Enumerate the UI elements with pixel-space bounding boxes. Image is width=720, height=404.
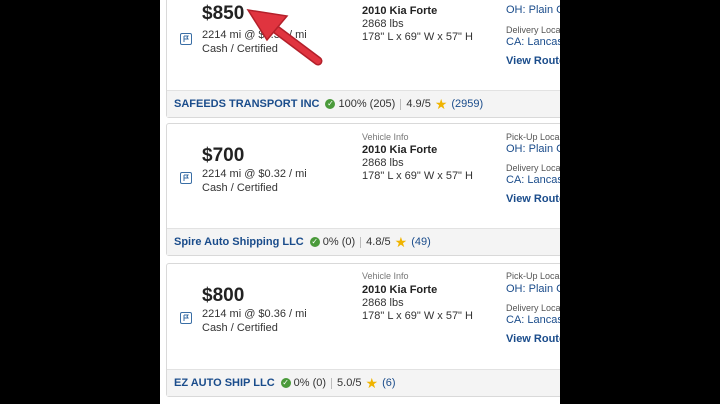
pickup-location[interactable]: OH: Plain C xyxy=(506,4,560,16)
pickup-label: Pick-Up Loca xyxy=(506,132,560,142)
carrier-footer: SAFEEDS TRANSPORT INC ✓ 100% (205) 4.9/5… xyxy=(167,90,560,117)
payment-method: Cash / Certified xyxy=(202,182,278,194)
listing-rate: 2214 mi @ $0.36 / mi xyxy=(202,308,307,320)
delivery-location[interactable]: CA: Lancas xyxy=(506,314,560,326)
listing-card: $700 2214 mi @ $0.32 / mi Cash / Certifi… xyxy=(166,123,560,256)
vehicle-name: 2010 Kia Forte xyxy=(362,5,438,17)
listing-price: $700 xyxy=(202,145,245,166)
listing-card: $850 2214 mi @ $0.38 / mi Cash / Certifi… xyxy=(166,0,560,118)
carrier-footer: Spire Auto Shipping LLC ✓ 0% (0) 4.8/5 ★… xyxy=(167,228,560,255)
carrier-name[interactable]: Spire Auto Shipping LLC xyxy=(174,236,304,248)
star-icon: ★ xyxy=(365,374,379,391)
view-route-link[interactable]: View Route xyxy=(506,55,560,67)
vehicle-name: 2010 Kia Forte xyxy=(362,284,438,296)
payment-method: Cash / Certified xyxy=(202,43,278,55)
vehicle-dimensions: 178" L x 69" W x 57" H xyxy=(362,170,473,182)
divider xyxy=(331,377,333,389)
delivery-location[interactable]: CA: Lancas xyxy=(506,174,560,186)
listing-card: $800 2214 mi @ $0.36 / mi Cash / Certifi… xyxy=(166,263,560,397)
divider xyxy=(360,236,362,248)
on-time-stat: 100% (205) xyxy=(338,98,396,110)
rating: 5.0/5 xyxy=(337,377,362,389)
carrier-footer: EZ AUTO SHIP LLC ✓ 0% (0) 5.0/5 ★ (6) xyxy=(167,369,560,396)
carrier-name[interactable]: SAFEEDS TRANSPORT INC xyxy=(174,98,319,110)
flag-icon[interactable] xyxy=(180,172,192,184)
carrier-name[interactable]: EZ AUTO SHIP LLC xyxy=(174,377,275,389)
star-icon: ★ xyxy=(434,95,448,112)
vehicle-name: 2010 Kia Forte xyxy=(362,144,438,156)
delivery-label: Delivery Loca xyxy=(506,25,560,35)
listing-price: $800 xyxy=(202,285,245,306)
view-route-link[interactable]: View Route xyxy=(506,333,560,345)
vehicle-weight: 2868 lbs xyxy=(362,157,404,169)
reviews-count[interactable]: (2959) xyxy=(451,98,483,110)
check-circle-icon: ✓ xyxy=(325,99,336,109)
listing-rate: 2214 mi @ $0.38 / mi xyxy=(202,29,307,41)
vehicle-weight: 2868 lbs xyxy=(362,297,404,309)
delivery-label: Delivery Loca xyxy=(506,303,560,313)
rating: 4.8/5 xyxy=(366,236,391,248)
on-time-stat: 0% (0) xyxy=(322,236,356,248)
pickup-location[interactable]: OH: Plain C xyxy=(506,143,560,155)
flag-icon[interactable] xyxy=(180,312,192,324)
vehicle-info-label: Vehicle Info xyxy=(362,132,409,142)
payment-method: Cash / Certified xyxy=(202,322,278,334)
reviews-count[interactable]: (6) xyxy=(382,377,395,389)
pickup-location[interactable]: OH: Plain C xyxy=(506,283,560,295)
listing-price: $850 xyxy=(202,3,245,24)
vehicle-info-label: Vehicle Info xyxy=(362,271,409,281)
on-time-stat: 0% (0) xyxy=(293,377,327,389)
listings-viewport: $850 2214 mi @ $0.38 / mi Cash / Certifi… xyxy=(160,0,560,404)
delivery-label: Delivery Loca xyxy=(506,163,560,173)
flag-icon[interactable] xyxy=(180,33,192,45)
rating: 4.9/5 xyxy=(406,98,431,110)
vehicle-weight: 2868 lbs xyxy=(362,18,404,30)
vehicle-dimensions: 178" L x 69" W x 57" H xyxy=(362,310,473,322)
check-circle-icon: ✓ xyxy=(309,237,320,247)
star-icon: ★ xyxy=(394,233,408,250)
delivery-location[interactable]: CA: Lancas xyxy=(506,36,560,48)
view-route-link[interactable]: View Route xyxy=(506,193,560,205)
pickup-label: Pick-Up Loca xyxy=(506,271,560,281)
listing-rate: 2214 mi @ $0.32 / mi xyxy=(202,168,307,180)
divider xyxy=(400,98,402,110)
vehicle-dimensions: 178" L x 69" W x 57" H xyxy=(362,31,473,43)
reviews-count[interactable]: (49) xyxy=(411,236,431,248)
check-circle-icon: ✓ xyxy=(280,378,291,388)
